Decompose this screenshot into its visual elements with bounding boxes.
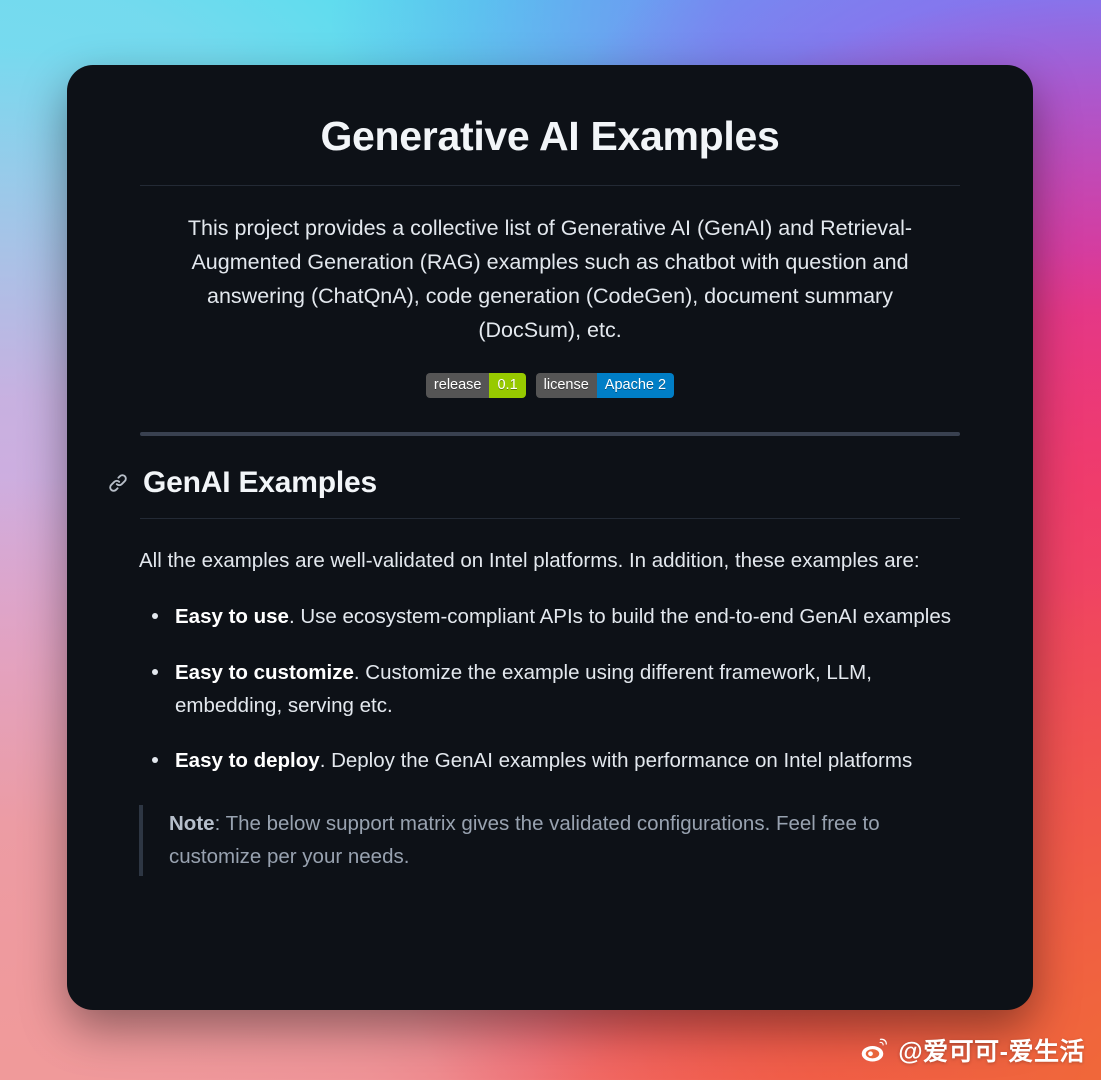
section-lead-paragraph: All the examples are well-validated on I…	[139, 549, 920, 573]
readme-card: Generative AI Examples This project prov…	[67, 65, 1033, 1010]
note-text: : The below support matrix gives the val…	[169, 812, 880, 869]
license-badge-label: license	[535, 373, 597, 399]
list-item: Easy to use. Use ecosystem-compliant API…	[152, 600, 961, 633]
release-badge[interactable]: release 0.1	[425, 373, 526, 399]
intro-paragraph: This project provides a collective list …	[187, 216, 913, 342]
feature-description: . Use ecosystem-compliant APIs to build …	[288, 605, 951, 629]
feature-title: Easy to use	[175, 605, 289, 629]
license-badge-value: Apache 2	[596, 373, 675, 399]
license-badge[interactable]: license Apache 2	[535, 373, 675, 399]
release-badge-value: 0.1	[489, 373, 526, 399]
page-title: Generative AI Examples	[320, 113, 780, 159]
watermark: @爱可可-爱生活	[859, 1032, 1085, 1068]
list-item: Easy to deploy. Deploy the GenAI example…	[152, 744, 961, 777]
section-heading-row: GenAI Examples	[67, 436, 1033, 500]
weibo-logo-icon	[859, 1035, 890, 1066]
feature-list: Easy to use. Use ecosystem-compliant API…	[67, 600, 1033, 777]
link-icon[interactable]	[107, 472, 129, 494]
watermark-handle: @爱可可-爱生活	[898, 1038, 1085, 1066]
list-item: Easy to customize. Customize the example…	[152, 656, 961, 722]
note-label: Note	[169, 812, 215, 836]
feature-title: Easy to deploy	[175, 749, 320, 773]
section-title: GenAI Examples	[143, 466, 377, 500]
release-badge-label: release	[425, 373, 490, 399]
badge-row: release 0.1 license Apache 2	[67, 373, 1033, 399]
card-content: Generative AI Examples This project prov…	[67, 65, 1033, 1010]
feature-description: . Deploy the GenAI examples with perform…	[319, 749, 913, 773]
note-blockquote: Note: The below support matrix gives the…	[139, 805, 961, 876]
feature-title: Easy to customize	[175, 660, 354, 684]
